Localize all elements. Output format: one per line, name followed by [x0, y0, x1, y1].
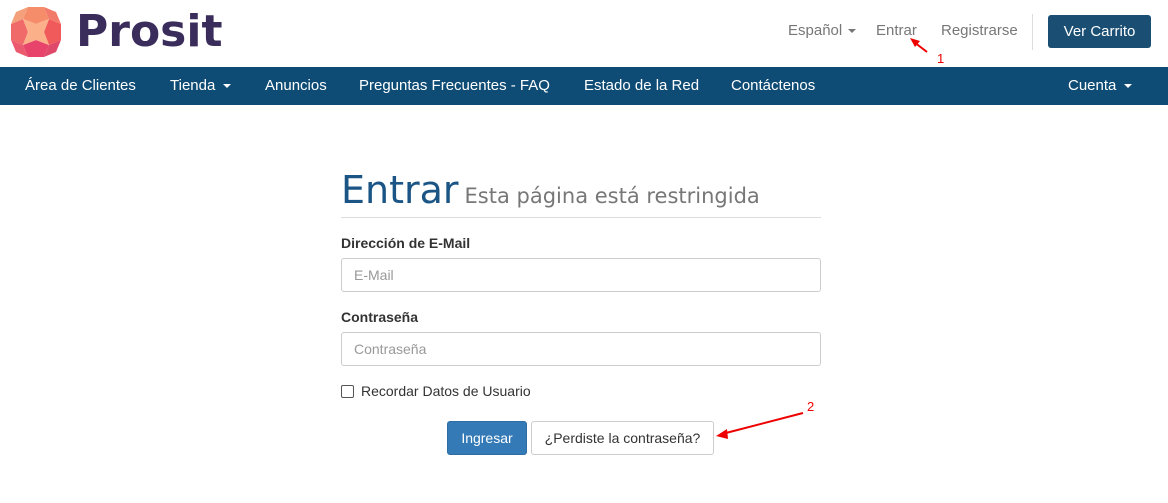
language-label: Español [788, 22, 843, 39]
nav-item-network-status[interactable]: Estado de la Red [584, 67, 699, 105]
remember-me-checkbox[interactable] [341, 384, 354, 398]
page-subtitle: Esta página está restringida [464, 184, 760, 208]
page-title: Entrar Esta página está restringida [341, 168, 821, 218]
arrow-2-icon [716, 412, 804, 439]
remember-me[interactable]: Recordar Datos de Usuario [341, 383, 531, 399]
nav-item-store[interactable]: Tienda [170, 67, 232, 105]
email-label: Dirección de E-Mail [341, 235, 471, 251]
header: Prosit Español Entrar Registrarse Ver Ca… [0, 0, 1168, 67]
page-title-main: Entrar [341, 168, 459, 212]
nav-item-account[interactable]: Cuenta [1068, 67, 1133, 105]
prosit-logo-icon [11, 7, 61, 57]
nav-item-account-label: Cuenta [1068, 77, 1117, 94]
brand-name: Prosit [76, 6, 223, 57]
language-dropdown[interactable]: Español [788, 22, 857, 39]
nav-item-contact[interactable]: Contáctenos [731, 67, 815, 105]
main-nav: Área de Clientes Tienda Anuncios Pregunt… [0, 67, 1168, 105]
nav-item-store-label: Tienda [170, 77, 216, 94]
annotation-number-1: 1 [937, 51, 945, 66]
register-link[interactable]: Registrarse [941, 22, 1018, 39]
email-input[interactable] [341, 258, 821, 292]
remember-me-label: Recordar Datos de Usuario [361, 383, 531, 399]
password-input[interactable] [341, 332, 821, 366]
nav-item-announcements[interactable]: Anuncios [265, 67, 327, 105]
login-button[interactable]: Ingresar [447, 421, 527, 455]
chevron-down-icon [848, 29, 857, 34]
logo[interactable]: Prosit [10, 6, 222, 58]
header-divider [1032, 14, 1033, 50]
annotation-number-2: 2 [807, 399, 815, 414]
view-cart-button[interactable]: Ver Carrito [1048, 15, 1151, 48]
nav-item-faq[interactable]: Preguntas Frecuentes - FAQ [359, 67, 550, 105]
login-link[interactable]: Entrar [876, 22, 917, 39]
chevron-down-icon [223, 84, 232, 89]
forgot-password-button[interactable]: ¿Perdiste la contraseña? [531, 421, 714, 455]
nav-item-client-area[interactable]: Área de Clientes [25, 67, 136, 105]
chevron-down-icon [1124, 84, 1133, 89]
password-label: Contraseña [341, 309, 419, 325]
